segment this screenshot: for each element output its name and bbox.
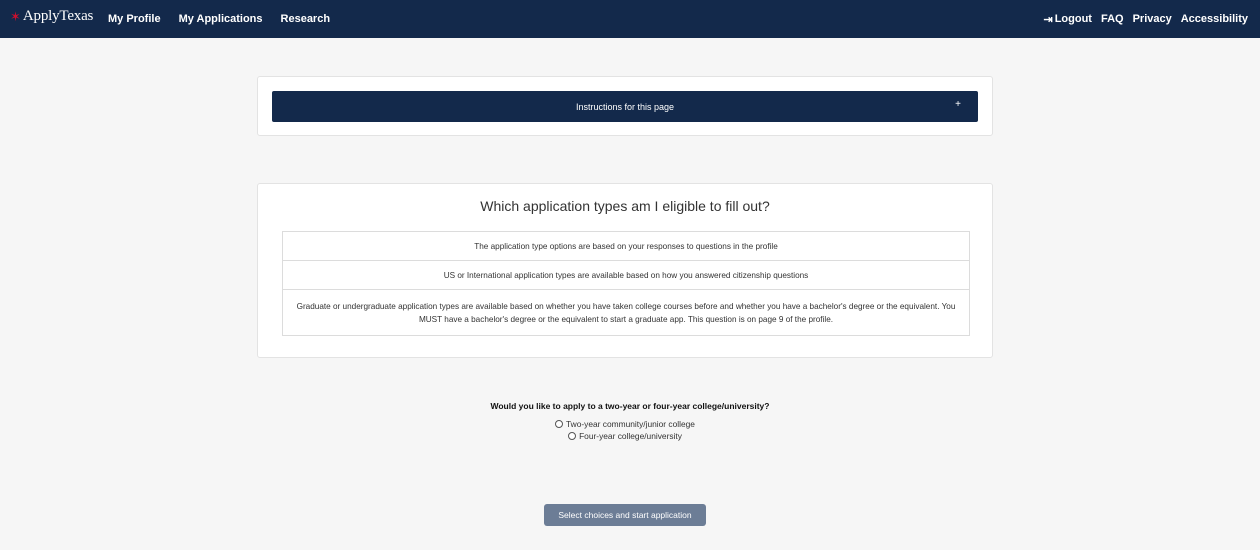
secondary-nav: ⇥ Logout FAQ Privacy Accessibility (1043, 0, 1248, 38)
eligibility-panel: Which application types am I eligible to… (257, 183, 993, 358)
nav-my-profile[interactable]: My Profile (108, 13, 161, 25)
eligibility-list: The application type options are based o… (282, 231, 970, 336)
instructions-label: Instructions for this page (575, 101, 675, 112)
eligibility-title: Which application types am I eligible to… (480, 198, 770, 214)
option-four-year-label: Four-year college/university (579, 431, 682, 441)
option-two-year-label: Two-year community/junior college (566, 419, 695, 429)
radio-two-year[interactable] (555, 420, 564, 428)
nav-faq[interactable]: FAQ (1101, 13, 1124, 25)
option-two-year[interactable]: Two-year community/junior college (555, 419, 695, 429)
option-four-year[interactable]: Four-year college/university (568, 431, 682, 441)
college-type-question: Would you like to apply to a two-year or… (490, 401, 770, 411)
list-item: Graduate or undergraduate application ty… (296, 301, 956, 324)
top-navbar: ✶ ApplyTexas My Profile My Applications … (0, 0, 1260, 38)
list-item: US or International application types ar… (283, 261, 969, 290)
brand-name: ApplyTexas (22, 8, 94, 24)
primary-nav: My Profile My Applications Research (108, 0, 330, 38)
nav-accessibility[interactable]: Accessibility (1181, 13, 1248, 25)
logout-label: Logout (1054, 13, 1092, 25)
plus-icon: + (955, 99, 961, 110)
star-icon: ✶ (10, 9, 21, 24)
logout-icon: ⇥ (1043, 13, 1053, 26)
start-application-button[interactable]: Select choices and start application (544, 504, 706, 526)
instructions-toggle[interactable]: Instructions for this page + (272, 91, 978, 122)
nav-research[interactable]: Research (281, 13, 331, 25)
list-item: The application type options are based o… (283, 232, 969, 261)
nav-logout[interactable]: ⇥ Logout (1043, 13, 1091, 26)
college-type-options: Two-year community/junior college Four-y… (0, 419, 1250, 441)
radio-four-year[interactable] (568, 432, 577, 440)
instructions-panel: Instructions for this page + (257, 76, 993, 136)
nav-privacy[interactable]: Privacy (1133, 13, 1172, 25)
nav-my-applications[interactable]: My Applications (179, 13, 263, 25)
applytexas-logo[interactable]: ✶ ApplyTexas (10, 8, 93, 25)
